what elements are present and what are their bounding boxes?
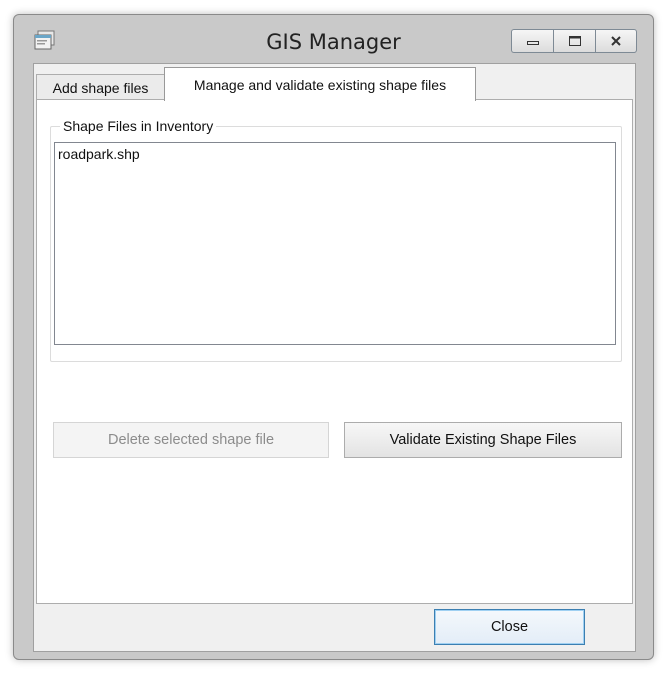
list-item[interactable]: roadpark.shp — [55, 143, 615, 165]
minimize-icon — [526, 41, 539, 45]
delete-shape-file-button[interactable]: Delete selected shape file — [53, 422, 329, 458]
tab-manage-and-validate[interactable]: Manage and validate existing shape files — [164, 67, 476, 101]
tab-panel: Shape Files in Inventory roadpark.shp De… — [36, 99, 633, 604]
inventory-group: Shape Files in Inventory roadpark.shp — [50, 118, 622, 362]
close-window-button[interactable] — [595, 29, 637, 53]
tab-add-shape-files[interactable]: Add shape files — [36, 74, 165, 100]
close-icon — [611, 36, 621, 46]
shape-files-listbox[interactable]: roadpark.shp — [54, 142, 616, 345]
maximize-button[interactable] — [553, 29, 595, 53]
maximize-icon — [568, 36, 581, 46]
title-bar[interactable]: GIS Manager — [14, 15, 653, 63]
close-button[interactable]: Close — [434, 609, 585, 645]
window-controls — [511, 29, 637, 53]
minimize-button[interactable] — [511, 29, 553, 53]
gis-manager-window: GIS Manager Add shape files Manage and v… — [13, 14, 654, 660]
dialog-client-area: Add shape files Manage and validate exis… — [33, 63, 636, 652]
validate-shape-files-button[interactable]: Validate Existing Shape Files — [344, 422, 622, 458]
inventory-group-label: Shape Files in Inventory — [60, 118, 217, 134]
